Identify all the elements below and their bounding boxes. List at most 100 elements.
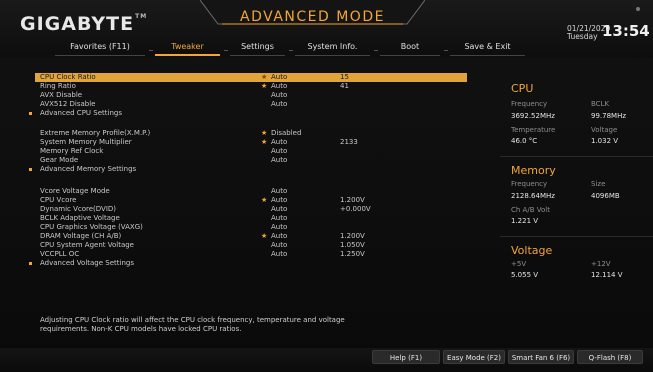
row-dynamic-vcore[interactable]: Dynamic Vcore(DVID) Auto +0.000V bbox=[35, 205, 467, 214]
help-description: Adjusting CPU Clock ratio will affect th… bbox=[35, 316, 467, 346]
row-value: 15 bbox=[340, 73, 349, 81]
row-label: Extreme Memory Profile(X.M.P.) bbox=[40, 129, 151, 137]
plus5v-value: 5.055 V bbox=[511, 271, 539, 279]
submenu-bullet-icon bbox=[29, 112, 32, 115]
memory-frequency-value: 2128.64MHz bbox=[511, 192, 555, 200]
row-avx-disable[interactable]: AVX Disable Auto bbox=[35, 91, 467, 100]
row-label: Dynamic Vcore(DVID) bbox=[40, 205, 117, 213]
row-cpu-vcore[interactable]: CPU Vcore ★ Auto 1.200V bbox=[35, 196, 467, 205]
star-icon: ★ bbox=[261, 138, 268, 146]
tab-settings[interactable]: Settings bbox=[230, 40, 285, 56]
chab-volt-label: Ch A/B Volt bbox=[511, 206, 550, 214]
divider bbox=[500, 236, 653, 237]
row-label: Ring Ratio bbox=[40, 82, 76, 90]
row-avx512-disable[interactable]: AVX512 Disable Auto bbox=[35, 100, 467, 109]
row-label: AVX Disable bbox=[40, 91, 83, 99]
row-advanced-cpu-settings[interactable]: Advanced CPU Settings bbox=[29, 109, 467, 118]
row-gear-mode[interactable]: Gear Mode Auto bbox=[35, 156, 467, 165]
row-label: AVX512 Disable bbox=[40, 100, 96, 108]
cpu-section-title: CPU bbox=[511, 82, 534, 95]
chab-volt-value: 1.221 V bbox=[511, 217, 539, 225]
mode-banner: ADVANCED MODE bbox=[200, 0, 425, 30]
row-xmp[interactable]: Extreme Memory Profile(X.M.P.) ★ Disable… bbox=[35, 129, 467, 138]
row-setting: Auto bbox=[271, 196, 288, 204]
row-label: VCCPLL OC bbox=[40, 250, 80, 258]
cpu-voltage-label: Voltage bbox=[591, 126, 618, 134]
row-setting: Auto bbox=[271, 156, 288, 164]
row-cpu-system-agent-voltage[interactable]: CPU System Agent Voltage Auto 1.050V bbox=[35, 241, 467, 250]
row-value: 1.250V bbox=[340, 250, 365, 258]
settings-list: CPU Clock Ratio ★ Auto 15 Ring Ratio ★ A… bbox=[29, 70, 467, 310]
tab-tweaker[interactable]: Tweaker bbox=[155, 40, 220, 56]
tab-boot[interactable]: Boot bbox=[380, 40, 440, 56]
row-cpu-clock-ratio[interactable]: CPU Clock Ratio ★ Auto 15 bbox=[35, 73, 467, 82]
tab-label: Settings bbox=[241, 42, 274, 51]
row-setting: Auto bbox=[271, 91, 288, 99]
row-setting: Auto bbox=[271, 187, 288, 195]
row-bclk-adaptive-voltage[interactable]: BCLK Adaptive Voltage Auto bbox=[35, 214, 467, 223]
row-setting: Auto bbox=[271, 232, 288, 240]
row-setting: Auto bbox=[271, 82, 288, 90]
row-advanced-voltage-settings[interactable]: Advanced Voltage Settings bbox=[29, 259, 467, 268]
row-label: Memory Ref Clock bbox=[40, 147, 104, 155]
mode-title: ADVANCED MODE bbox=[240, 9, 385, 25]
row-label: CPU System Agent Voltage bbox=[40, 241, 134, 249]
hardware-monitor-panel: CPU Frequency BCLK 3692.52MHz 99.78MHz T… bbox=[500, 70, 653, 310]
voltage-section-title: Voltage bbox=[511, 244, 553, 257]
time-display: 13:54 bbox=[602, 22, 650, 40]
cpu-frequency-value: 3692.52MHz bbox=[511, 112, 555, 120]
star-icon: ★ bbox=[261, 232, 268, 240]
row-label: CPU Graphics Voltage (VAXG) bbox=[40, 223, 143, 231]
tab-label: Tweaker bbox=[171, 42, 204, 51]
row-label: Advanced CPU Settings bbox=[40, 109, 122, 117]
memory-size-value: 4096MB bbox=[591, 192, 620, 200]
row-setting: Auto bbox=[271, 147, 288, 155]
row-label: CPU Clock Ratio bbox=[40, 73, 96, 81]
row-vccpll-oc[interactable]: VCCPLL OC Auto 1.250V bbox=[35, 250, 467, 259]
tab-label: Favorites (F11) bbox=[70, 42, 130, 51]
bclk-label: BCLK bbox=[591, 100, 610, 108]
row-ring-ratio[interactable]: Ring Ratio ★ Auto 41 bbox=[35, 82, 467, 91]
tab-favorites[interactable]: Favorites (F11) bbox=[55, 40, 145, 56]
row-label: Vcore Voltage Mode bbox=[40, 187, 110, 195]
row-system-memory-multiplier[interactable]: System Memory Multiplier ★ Auto 2133 bbox=[35, 138, 467, 147]
row-value: 41 bbox=[340, 82, 349, 90]
submenu-bullet-icon bbox=[29, 262, 32, 265]
row-setting: Auto bbox=[271, 250, 288, 258]
tab-label: Boot bbox=[400, 42, 420, 51]
row-label: Gear Mode bbox=[40, 156, 79, 164]
bios-screen: GIGABYTETM ADVANCED MODE 01/21/2020 Tues… bbox=[0, 0, 653, 372]
row-advanced-memory-settings[interactable]: Advanced Memory Settings bbox=[29, 165, 467, 174]
row-setting: Auto bbox=[271, 205, 288, 213]
tab-system-info[interactable]: System Info. bbox=[295, 40, 370, 56]
memory-section-title: Memory bbox=[511, 164, 556, 177]
row-value: +0.000V bbox=[340, 205, 371, 213]
cpu-frequency-label: Frequency bbox=[511, 100, 548, 108]
easy-mode-button[interactable]: Easy Mode (F2) bbox=[443, 350, 505, 364]
divider bbox=[500, 156, 653, 157]
help-line-2: requirements. Non-K CPU models have lock… bbox=[40, 325, 242, 333]
cpu-voltage-value: 1.032 V bbox=[591, 137, 619, 145]
logo-text: GIGABYTE bbox=[20, 13, 135, 35]
tab-save-exit[interactable]: Save & Exit bbox=[450, 40, 525, 56]
row-label: Advanced Voltage Settings bbox=[40, 259, 134, 267]
help-button[interactable]: Help (F1) bbox=[372, 350, 440, 364]
row-memory-ref-clock[interactable]: Memory Ref Clock Auto bbox=[35, 147, 467, 156]
star-icon: ★ bbox=[261, 129, 268, 137]
star-icon: ★ bbox=[261, 73, 268, 81]
main-tabs: Favorites (F11) Tweaker Settings System … bbox=[0, 40, 560, 56]
q-flash-button[interactable]: Q-Flash (F8) bbox=[577, 350, 643, 364]
footer-bar: Help (F1) Easy Mode (F2) Smart Fan 6 (F6… bbox=[0, 348, 653, 372]
plus12v-label: +12V bbox=[591, 260, 611, 268]
row-label: DRAM Voltage (CH A/B) bbox=[40, 232, 122, 240]
row-value: 1.200V bbox=[340, 196, 365, 204]
row-label: CPU Vcore bbox=[40, 196, 77, 204]
row-dram-voltage[interactable]: DRAM Voltage (CH A/B) ★ Auto 1.200V bbox=[35, 232, 467, 241]
header-bar: GIGABYTETM ADVANCED MODE 01/21/2020 Tues… bbox=[0, 0, 653, 58]
row-cpu-graphics-voltage[interactable]: CPU Graphics Voltage (VAXG) Auto bbox=[35, 223, 467, 232]
row-value: 1.050V bbox=[340, 241, 365, 249]
smart-fan-button[interactable]: Smart Fan 6 (F6) bbox=[508, 350, 574, 364]
row-label: System Memory Multiplier bbox=[40, 138, 132, 146]
cpu-temperature-label: Temperature bbox=[511, 126, 556, 134]
row-vcore-voltage-mode[interactable]: Vcore Voltage Mode Auto bbox=[35, 187, 467, 196]
